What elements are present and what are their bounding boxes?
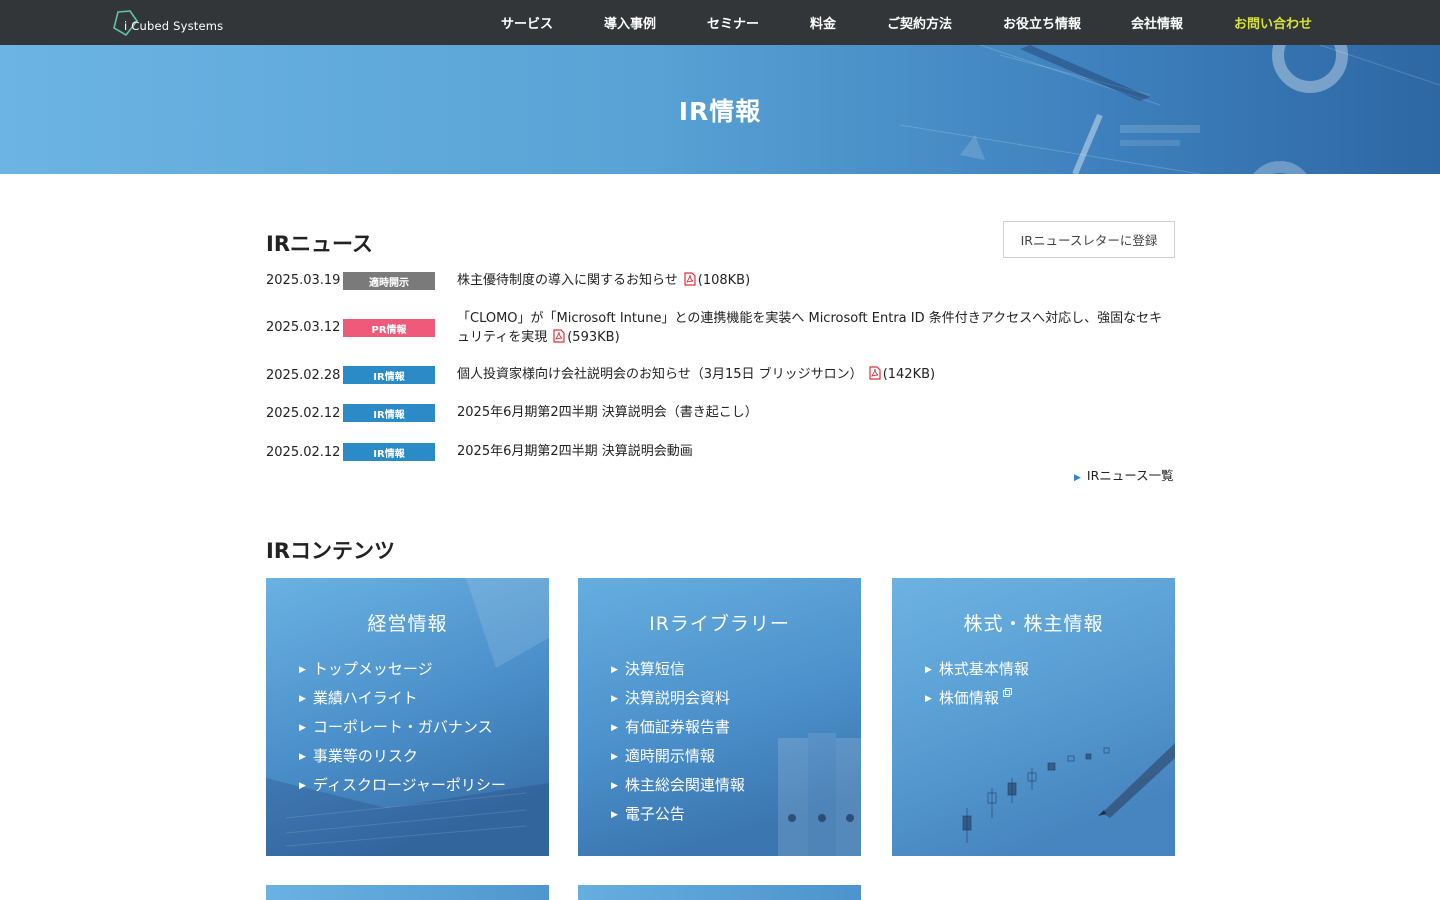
triangle-right-icon: ▶	[611, 694, 618, 704]
link-earnings-summary[interactable]: ▶ 決算短信	[611, 658, 745, 687]
triangle-right-icon: ▶	[611, 665, 618, 675]
hero-banner: IR情報	[0, 45, 1440, 174]
link-performance-highlights[interactable]: ▶ 業績ハイライト	[299, 687, 506, 716]
pdf-icon	[869, 366, 881, 380]
link-timely-disclosure[interactable]: ▶ 適時開示情報	[611, 745, 745, 774]
triangle-right-icon: ▶	[1074, 473, 1081, 483]
news-item-link[interactable]: 2025年6月期第2四半期 決算説明会（書き起こし）	[457, 403, 1175, 422]
news-title-text: 2025年6月期第2四半期 決算説明会（書き起こし）	[457, 405, 758, 420]
link-label: 株価情報	[938, 689, 999, 707]
nav-case-studies[interactable]: 導入事例	[604, 13, 656, 32]
news-item-link[interactable]: 株主優待制度の導入に関するお知らせ (108KB)	[457, 271, 1175, 290]
link-securities-report[interactable]: ▶ 有価証券報告書	[611, 716, 745, 745]
triangle-right-icon: ▶	[611, 752, 618, 762]
triangle-right-icon: ▶	[299, 781, 306, 791]
news-category-badge: IR情報	[343, 443, 435, 461]
card-title: IRライブラリー	[649, 613, 790, 635]
card-stock-info: 株式・株主情報 ▶ 株式基本情報 ▶ 株価情報	[892, 578, 1175, 856]
link-label: 事業等のリスク	[312, 747, 418, 765]
news-item-link[interactable]: 「CLOMO」が「Microsoft Intune」との連携機能を実装へ Mic…	[457, 309, 1175, 347]
card-partial-2[interactable]	[578, 885, 861, 900]
link-label: 適時開示情報	[624, 747, 715, 765]
ir-contents-heading: IRコンテンツ	[266, 539, 395, 563]
news-date: 2025.03.12	[266, 320, 341, 335]
link-stock-price[interactable]: ▶ 株価情報	[925, 687, 1029, 716]
news-title-text: 株主優待制度の導入に関するお知らせ	[457, 273, 678, 288]
link-label: 決算説明会資料	[624, 689, 730, 707]
link-corporate-governance[interactable]: ▶ コーポレート・ガバナンス	[299, 716, 506, 745]
triangle-right-icon: ▶	[611, 723, 618, 733]
link-label: 決算短信	[624, 660, 685, 678]
nav-seminar[interactable]: セミナー	[707, 13, 759, 32]
file-size: (593KB)	[567, 330, 620, 345]
triangle-right-icon: ▶	[299, 723, 306, 733]
card-management-info: 経営情報 ▶ トップメッセージ ▶ 業績ハイライト ▶ コーポレート・ガバナンス ▶ 事…	[266, 578, 549, 856]
link-business-risks[interactable]: ▶ 事業等のリスク	[299, 745, 506, 774]
site-logo[interactable]: i Cubed Systems	[112, 8, 223, 38]
news-date: 2025.02.12	[266, 445, 341, 460]
nav-resources[interactable]: お役立ち情報	[1003, 13, 1081, 32]
pdf-icon	[553, 329, 565, 343]
card-partial-1[interactable]	[266, 885, 549, 900]
nav-company[interactable]: 会社情報	[1131, 13, 1183, 32]
news-item-link[interactable]: 個人投資家様向け会社説明会のお知らせ（3月15日 ブリッジサロン） (142KB)	[457, 365, 1175, 384]
card-title: 経営情報	[367, 613, 448, 635]
ir-news-heading: IRニュース	[266, 232, 373, 256]
link-label: 株主総会関連情報	[624, 776, 745, 794]
link-electronic-notice[interactable]: ▶ 電子公告	[611, 803, 745, 832]
link-label: 電子公告	[624, 805, 685, 823]
link-label: コーポレート・ガバナンス	[312, 718, 493, 736]
nav-pricing[interactable]: 料金	[810, 13, 836, 32]
pdf-icon	[684, 272, 696, 286]
triangle-right-icon: ▶	[299, 752, 306, 762]
news-date: 2025.02.12	[266, 406, 341, 421]
nav-contact[interactable]: お問い合わせ	[1234, 13, 1312, 32]
page-title: IR情報	[678, 97, 762, 126]
triangle-right-icon: ▶	[299, 665, 306, 675]
link-label: 業績ハイライト	[312, 689, 418, 707]
news-category-badge: PR情報	[343, 319, 435, 337]
triangle-right-icon: ▶	[611, 810, 618, 820]
ir-news-list-label: IRニュース一覧	[1086, 468, 1174, 483]
triangle-right-icon: ▶	[611, 781, 618, 791]
card-ir-library: IRライブラリー ▶ 決算短信 ▶ 決算説明会資料 ▶ 有価証券報告書 ▶ 適時開示情報…	[578, 578, 861, 856]
link-label: ディスクロージャーポリシー	[312, 776, 506, 794]
card-title: 株式・株主情報	[963, 613, 1104, 635]
nav-contract[interactable]: ご契約方法	[887, 13, 952, 32]
triangle-right-icon: ▶	[925, 665, 932, 675]
news-date: 2025.03.19	[266, 273, 341, 288]
link-label: 株式基本情報	[938, 660, 1029, 678]
file-size: (108KB)	[697, 273, 751, 288]
news-category-badge: IR情報	[343, 404, 435, 422]
link-shareholders-meeting[interactable]: ▶ 株主総会関連情報	[611, 774, 745, 803]
news-date: 2025.02.28	[266, 368, 341, 383]
triangle-right-icon: ▶	[925, 694, 932, 704]
global-header: i Cubed Systems サービス 導入事例 セミナー 料金 ご契約方法 …	[0, 0, 1440, 45]
nav-service[interactable]: サービス	[501, 13, 553, 32]
newsletter-subscribe-button[interactable]: IRニュースレターに登録	[1003, 221, 1175, 258]
news-title-text: 2025年6月期第2四半期 決算説明会動画	[457, 444, 693, 459]
link-briefing-materials[interactable]: ▶ 決算説明会資料	[611, 687, 745, 716]
ir-news-list-link[interactable]: ▶ IRニュース一覧	[1074, 465, 1174, 484]
link-label: トップメッセージ	[312, 660, 433, 678]
link-disclosure-policy[interactable]: ▶ ディスクロージャーポリシー	[299, 774, 506, 803]
external-link-icon	[1002, 688, 1012, 697]
link-top-message[interactable]: ▶ トップメッセージ	[299, 658, 506, 687]
file-size: (142KB)	[882, 367, 936, 382]
news-title-text: 個人投資家様向け会社説明会のお知らせ（3月15日 ブリッジサロン）	[457, 367, 863, 382]
news-category-badge: 適時開示	[343, 272, 435, 290]
triangle-right-icon: ▶	[299, 694, 306, 704]
link-stock-basic-info[interactable]: ▶ 株式基本情報	[925, 658, 1029, 687]
news-category-badge: IR情報	[343, 366, 435, 384]
logo-text: i Cubed Systems	[124, 19, 224, 33]
link-label: 有価証券報告書	[624, 718, 730, 736]
news-item-link[interactable]: 2025年6月期第2四半期 決算説明会動画	[457, 442, 1175, 461]
